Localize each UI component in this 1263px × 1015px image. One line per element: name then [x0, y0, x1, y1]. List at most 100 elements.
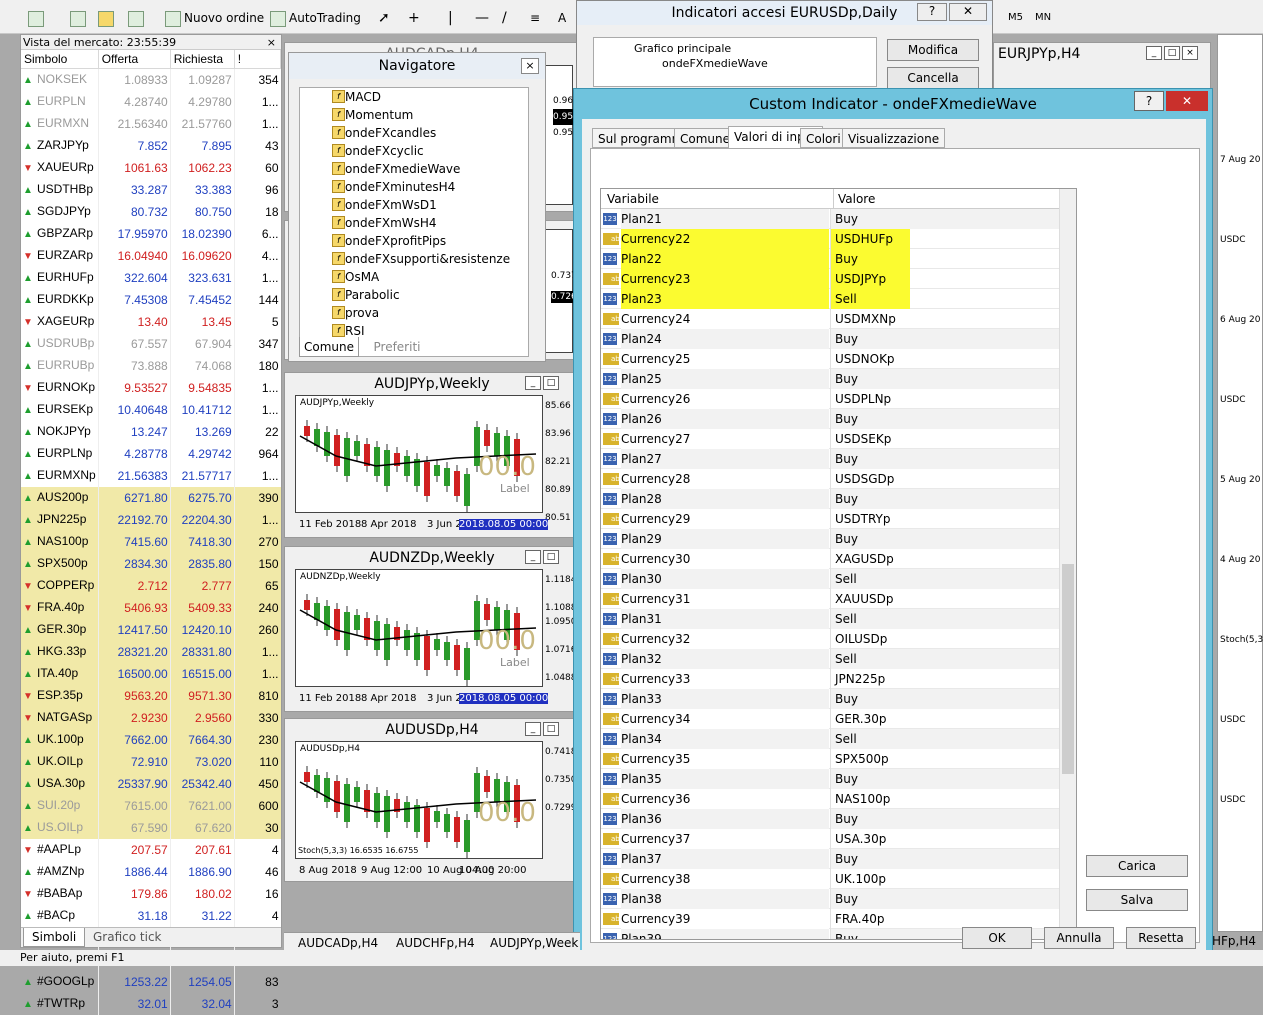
input-row[interactable]: 123 Plan27 Buy [601, 449, 1076, 469]
variable-value[interactable]: Sell [830, 649, 1060, 669]
input-row[interactable]: 123 Plan36 Buy [601, 809, 1076, 829]
variable-value[interactable]: USDJPYp [830, 269, 910, 289]
navigator-item[interactable]: f Momentum [300, 106, 528, 124]
variable-value[interactable]: Sell [830, 729, 1060, 749]
chart-tab[interactable]: AUDJPYp,Week [490, 936, 578, 950]
navigator-item[interactable]: f ondeFXminutesH4 [300, 178, 528, 196]
navigator-item[interactable]: f MACD [300, 88, 528, 106]
maximize-button[interactable]: □ [1164, 46, 1180, 60]
crosshair-tool[interactable]: + [408, 7, 420, 29]
variable-value[interactable]: NAS100p [830, 789, 1060, 809]
minimize-button[interactable]: _ [525, 550, 541, 564]
col-bid[interactable]: Offerta [98, 50, 171, 69]
chart-tab[interactable]: HFp,H4 [1212, 934, 1256, 948]
market-watch-row[interactable]: ▲ #AMZNp 1886.44 1886.90 46 [21, 860, 281, 883]
input-row[interactable]: 123 Plan28 Buy [601, 489, 1076, 509]
horizontal-line-tool[interactable]: — [475, 7, 489, 29]
navigator-item[interactable]: f ondeFXprofitPips [300, 232, 528, 250]
input-row[interactable]: ab Currency26 USDPLNp [601, 389, 1076, 409]
variable-value[interactable]: Sell [830, 289, 910, 309]
market-watch-row[interactable]: ▼ COPPERp 2.712 2.777 65 [21, 574, 281, 597]
input-row[interactable]: ab Currency22 USDHUFp [601, 229, 1076, 249]
save-button[interactable]: Salva [1086, 889, 1188, 911]
navigator-item[interactable]: f ondeFXmWsH4 [300, 214, 528, 232]
market-watch-row[interactable]: ▲ SUI.20p 7615.00 7621.00 600 [21, 794, 281, 817]
input-row[interactable]: ab Currency29 USDTRYp [601, 509, 1076, 529]
variable-value[interactable]: USDMXNp [830, 309, 1060, 329]
maximize-button[interactable]: □ [543, 722, 559, 736]
maximize-button[interactable]: □ [543, 376, 559, 390]
variable-value[interactable]: Buy [830, 329, 1060, 349]
variable-value[interactable]: GER.30p [830, 709, 1060, 729]
input-row[interactable]: 123 Plan37 Buy [601, 849, 1076, 869]
navigator-button[interactable] [128, 7, 147, 29]
variable-value[interactable]: Buy [830, 409, 1060, 429]
market-watch-row[interactable]: ▲ SPX500p 2834.30 2835.80 150 [21, 552, 281, 575]
maximize-button[interactable]: □ [543, 550, 559, 564]
market-watch-row[interactable]: ▲ USA.30p 25337.90 25342.40 450 [21, 772, 281, 795]
variable-value[interactable]: JPN225p [830, 669, 1060, 689]
market-watch-row[interactable]: ▲ AUS200p 6271.80 6275.70 390 [21, 486, 281, 509]
input-row[interactable]: ab Currency27 USDSEKp [601, 429, 1076, 449]
market-watch-row[interactable]: ▲ USDRUBp 67.557 67.904 347 [21, 332, 281, 355]
navigator-item[interactable]: f ondeFXcandles [300, 124, 528, 142]
variable-value[interactable]: Buy [830, 809, 1060, 829]
chart-tab[interactable]: AUDCADp,H4 [298, 936, 378, 950]
chart-plot[interactable]: AUDJPYp,Weekly 00.0 Label [295, 395, 543, 513]
input-row[interactable]: ab Currency31 XAUUSDp [601, 589, 1076, 609]
market-watch-row[interactable]: ▲ #TWTRp 32.01 32.04 3 [21, 992, 281, 1015]
input-row[interactable]: ab Currency33 JPN225p [601, 669, 1076, 689]
market-watch-row[interactable]: ▼ NATGASp 2.9230 2.9560 330 [21, 706, 281, 729]
input-row[interactable]: ab Currency23 USDJPYp [601, 269, 1076, 289]
input-row[interactable]: 123 Plan32 Sell [601, 649, 1076, 669]
favorites-button[interactable] [98, 7, 117, 29]
close-icon[interactable]: × [267, 35, 276, 50]
variable-value[interactable]: USDTRYp [830, 509, 1060, 529]
chart-tab[interactable]: AUDCHFp,H4 [396, 936, 475, 950]
autotrading-button[interactable]: AutoTrading [270, 7, 361, 29]
market-watch-row[interactable]: ▲ EURRUBp 73.888 74.068 180 [21, 354, 281, 377]
load-button[interactable]: Carica [1086, 855, 1188, 877]
timeframe-mn[interactable]: MN [1035, 7, 1051, 29]
market-watch-row[interactable]: ▲ UK.100p 7662.00 7664.30 230 [21, 728, 281, 751]
market-watch-row[interactable]: ▲ USDTHBp 33.287 33.383 96 [21, 178, 281, 201]
input-row[interactable]: ab Currency25 USDNOKp [601, 349, 1076, 369]
close-button[interactable]: × [1182, 46, 1198, 60]
input-row[interactable]: ab Currency34 GER.30p [601, 709, 1076, 729]
variable-value[interactable]: Buy [830, 369, 1060, 389]
input-row[interactable]: 123 Plan24 Buy [601, 329, 1076, 349]
ok-button[interactable]: OK [962, 927, 1032, 949]
market-watch-row[interactable]: ▲ EURMXN 21.56340 21.57760 1... [21, 112, 281, 135]
market-watch-row[interactable]: ▼ #AAPLp 207.57 207.61 4 [21, 838, 281, 861]
variable-value[interactable]: Buy [830, 889, 1060, 909]
market-watch-row[interactable]: ▲ NAS100p 7415.60 7418.30 270 [21, 530, 281, 553]
close-icon[interactable]: × [521, 58, 539, 74]
market-watch-row[interactable]: ▲ #BACp 31.18 31.22 4 [21, 904, 281, 927]
col-ask[interactable]: Richiesta [170, 50, 235, 69]
variable-value[interactable]: XAUUSDp [830, 589, 1060, 609]
variable-value[interactable]: USDPLNp [830, 389, 1060, 409]
close-button[interactable]: ✕ [1166, 91, 1208, 111]
trendline-tool[interactable]: / [502, 7, 507, 29]
chart-window[interactable]: AUDUSDp,H4 _ □ AUDUSDp,H4 00.0 Stoch(5,3… [284, 718, 580, 882]
navigator-item[interactable]: f ondeFXsupporti&resistenze [300, 250, 528, 268]
chart-plot[interactable]: AUDUSDp,H4 00.0 Stoch(5,3,3) 16.6535 16.… [295, 741, 543, 859]
cursor-tool[interactable]: ➚ [378, 7, 390, 29]
market-watch-row[interactable]: ▲ SGDJPYp 80.732 80.750 18 [21, 200, 281, 223]
dialog-tab[interactable]: Visualizzazione [842, 128, 946, 148]
input-row[interactable]: ab Currency35 SPX500p [601, 749, 1076, 769]
input-row[interactable]: ab Currency39 FRA.40p [601, 909, 1076, 929]
input-row[interactable]: 123 Plan38 Buy [601, 889, 1076, 909]
col-value[interactable]: Valore [833, 189, 875, 209]
timeframe-m5[interactable]: M5 [1008, 7, 1023, 29]
variable-value[interactable]: Sell [830, 569, 1060, 589]
market-watch-row[interactable]: ▲ UK.OILp 72.910 73.020 110 [21, 750, 281, 773]
dialog-tab[interactable]: Comune [674, 128, 737, 148]
variable-value[interactable]: Buy [830, 849, 1060, 869]
navigator-item[interactable]: f Parabolic [300, 286, 528, 304]
market-watch-row[interactable]: ▲ EURMXNp 21.56383 21.57717 1... [21, 464, 281, 487]
vertical-line-tool[interactable]: | [448, 7, 453, 29]
variable-value[interactable]: OILUSDp [830, 629, 1060, 649]
market-watch-row[interactable]: ▲ HKG.33p 28321.20 28331.80 1... [21, 640, 281, 663]
chart-window[interactable]: AUDJPYp,Weekly _ □ AUDJPYp,Weekly 00.0 L… [284, 372, 580, 538]
